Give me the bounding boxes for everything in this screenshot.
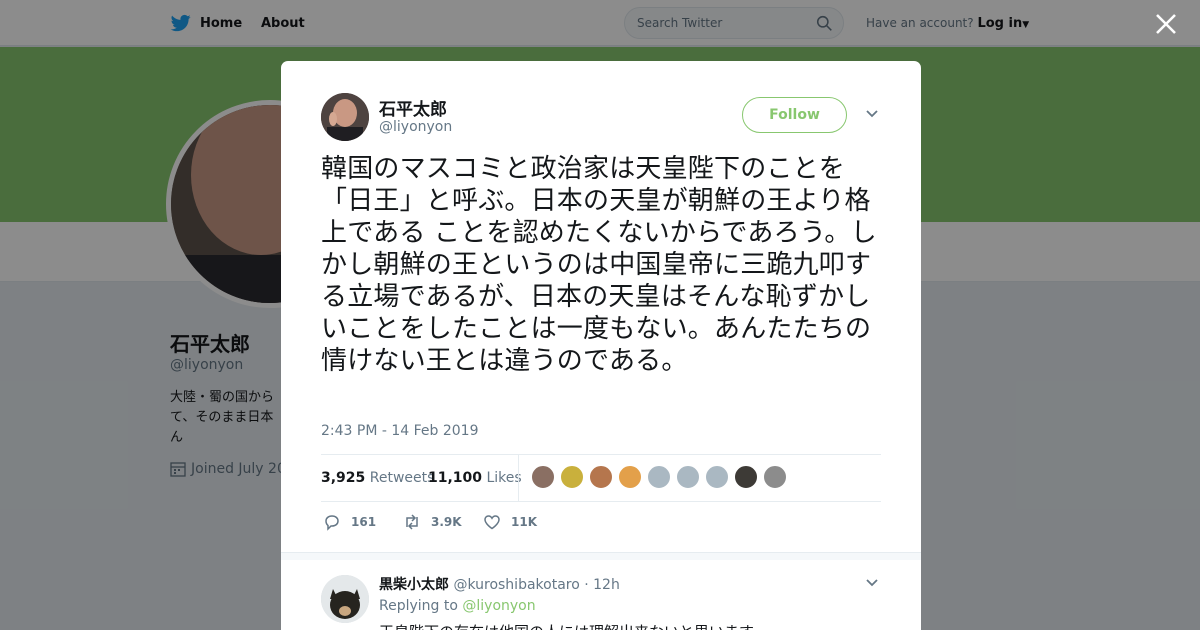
author-avatar[interactable] [321, 93, 369, 141]
liker-avatar[interactable] [705, 465, 729, 489]
stats-divider [518, 455, 519, 502]
liker-avatar[interactable] [589, 465, 613, 489]
liker-avatars [531, 465, 787, 489]
liker-avatar[interactable] [734, 465, 758, 489]
tweet-stats: 3,925 Retweets 11,100 Likes [321, 454, 881, 502]
reply-text: 天皇陛下の存在は他国の人には理解出来ないと思います [379, 621, 754, 630]
tweet-timestamp[interactable]: 2:43 PM - 14 Feb 2019 [321, 423, 479, 439]
reply-count: 161 [351, 515, 377, 529]
reply-avatar-image [321, 575, 369, 623]
retweets-count: 3,925 [321, 470, 366, 486]
chevron-down-icon[interactable] [865, 109, 879, 119]
reply-author-name: 黒柴小太郎 [379, 577, 449, 593]
likes-label: Likes [486, 470, 522, 486]
author-avatar-image [321, 93, 369, 141]
tweet-text: 韓国のマスコミと政治家は天皇陛下のことを「日王」と呼ぶ。日本の天皇が朝鮮の王より… [321, 154, 877, 376]
liker-avatar[interactable] [618, 465, 642, 489]
follow-button[interactable]: Follow [742, 97, 847, 133]
reply-chevron-down-icon[interactable] [865, 578, 879, 588]
author-handle[interactable]: @liyonyon [379, 119, 452, 135]
heart-icon [484, 515, 500, 530]
likes-count: 11,100 [428, 470, 483, 486]
reply-author[interactable]: 黒柴小太郎 @kuroshibakotaro · 12h [379, 574, 620, 594]
liker-avatar[interactable] [647, 465, 671, 489]
tweet-modal: 石平太郎 @liyonyon Follow 韓国のマスコミと政治家は天皇陛下のこ… [281, 61, 921, 630]
liker-avatar[interactable] [676, 465, 700, 489]
replying-prefix: Replying to [379, 598, 458, 614]
retweets-label: Retweets [369, 470, 435, 486]
liker-avatar[interactable] [560, 465, 584, 489]
retweets-stat[interactable]: 3,925 Retweets [321, 470, 434, 486]
retweet-button[interactable]: 3.9K [403, 513, 462, 531]
tweet-actions: 161 3.9K 11K [321, 513, 721, 535]
liker-avatar[interactable] [531, 465, 555, 489]
likes-stat[interactable]: 11,100 Likes [428, 470, 522, 486]
replying-to: Replying to @liyonyon [379, 598, 536, 614]
liker-avatar[interactable] [763, 465, 787, 489]
replies-divider [281, 552, 921, 560]
like-count: 11K [511, 515, 537, 529]
reply-author-handle: @kuroshibakotaro [453, 577, 580, 593]
replying-to-handle[interactable]: @liyonyon [462, 598, 535, 614]
reply-age: · 12h [584, 577, 620, 593]
reply-author-avatar[interactable] [321, 575, 369, 623]
author-name[interactable]: 石平太郎 [379, 95, 447, 120]
reply-button[interactable]: 161 [323, 513, 376, 531]
like-button[interactable]: 11K [483, 513, 537, 531]
retweet-count: 3.9K [431, 515, 462, 529]
retweet-icon [406, 514, 418, 530]
reply-icon [325, 515, 339, 531]
close-icon[interactable] [1153, 11, 1179, 37]
